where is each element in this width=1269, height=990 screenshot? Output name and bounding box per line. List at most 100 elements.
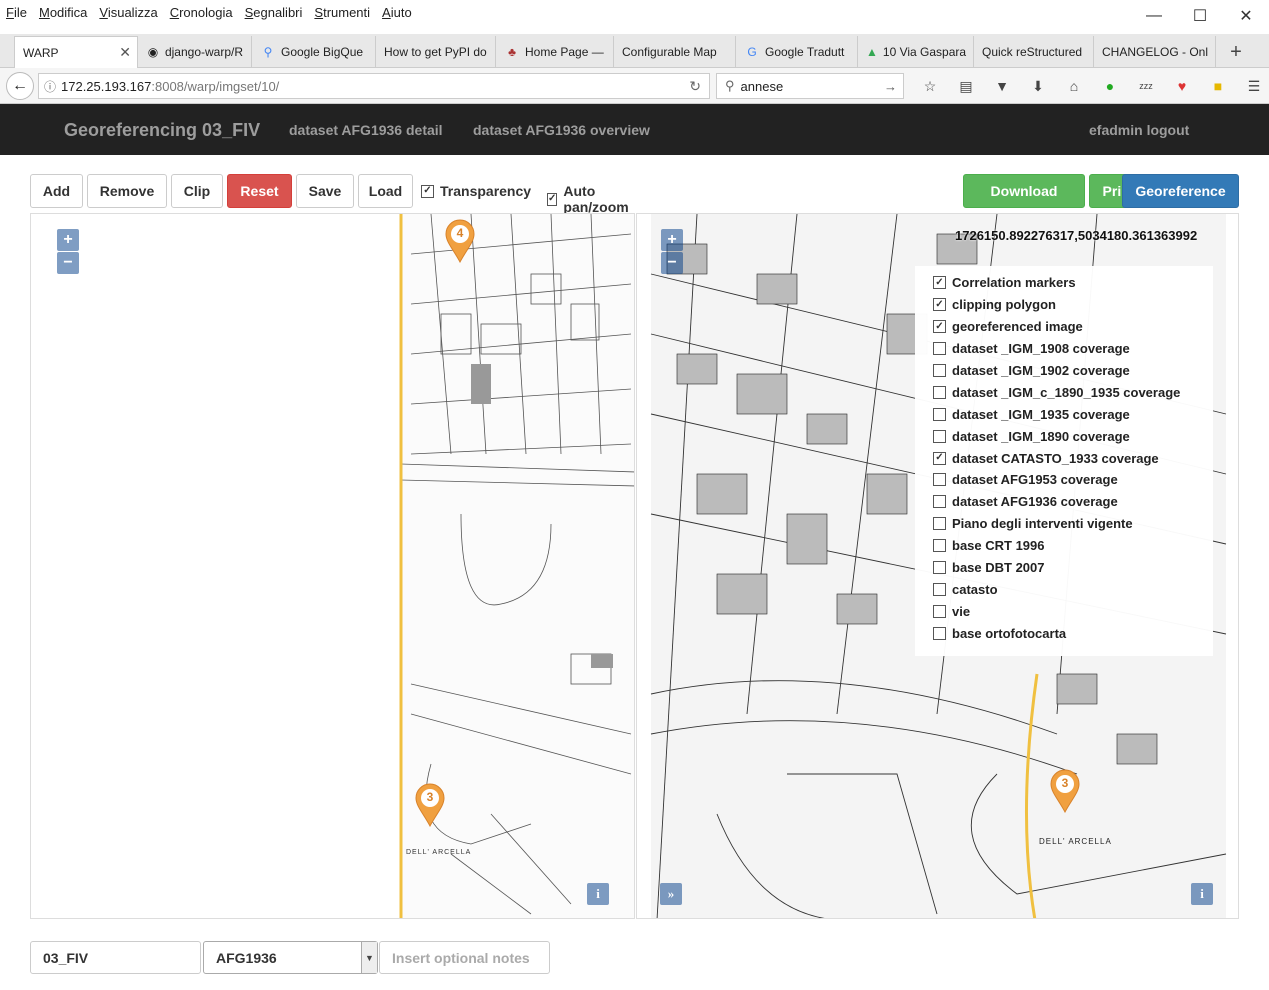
minimize-icon[interactable]: — xyxy=(1131,0,1177,32)
tab-via-gaspara[interactable]: ▲ 10 Via Gaspara xyxy=(858,36,974,68)
layer-igm-1890[interactable]: dataset _IGM_1890 coverage xyxy=(933,425,1213,447)
back-icon[interactable]: ← xyxy=(6,72,34,100)
auto-pan-toggle[interactable]: ✓ Auto pan/zoom xyxy=(547,183,631,215)
layer-igm-1908[interactable]: dataset _IGM_1908 coverage xyxy=(933,338,1213,360)
layer-checkbox[interactable] xyxy=(933,626,946,640)
layer-checkbox[interactable] xyxy=(933,407,946,421)
gcp-marker-3-right[interactable]: 3 xyxy=(1048,767,1082,814)
tab-django-warp[interactable]: ◉ django-warp/R xyxy=(138,36,252,68)
layer-afg1936[interactable]: dataset AFG1936 coverage xyxy=(933,491,1213,513)
app-brand[interactable]: Georeferencing 03_FIV xyxy=(64,120,260,141)
bookmark-star-icon[interactable]: ☆ xyxy=(912,74,948,98)
tab-configurable-map[interactable]: Configurable Map xyxy=(614,36,736,68)
layer-clipping-polygon[interactable]: ✓ clipping polygon xyxy=(933,294,1213,316)
layer-catasto-1933[interactable]: ✓ dataset CATASTO_1933 coverage xyxy=(933,447,1213,469)
gcp-marker-4-left[interactable]: 4 xyxy=(443,217,477,264)
menu-modifica[interactable]: Modifica xyxy=(33,5,93,20)
gcp-marker-3-left[interactable]: 3 xyxy=(413,781,447,828)
tab-changelog[interactable]: CHANGELOG - Onl xyxy=(1094,36,1216,68)
layer-checkbox[interactable] xyxy=(933,539,946,553)
layer-checkbox[interactable] xyxy=(933,604,946,618)
search-go-icon[interactable]: → xyxy=(884,79,897,94)
layer-base-ortofotocarta[interactable]: base ortofotocarta xyxy=(933,622,1213,644)
menu-visualizza[interactable]: Visualizza xyxy=(93,5,163,20)
layer-base-crt-1996[interactable]: base CRT 1996 xyxy=(933,535,1213,557)
left-zoom-in-button[interactable]: + xyxy=(57,229,79,251)
layer-vie[interactable]: vie xyxy=(933,600,1213,622)
layer-checkbox[interactable] xyxy=(933,364,946,377)
home-icon[interactable]: ⌂ xyxy=(1056,74,1092,98)
extension-red-icon[interactable]: ♥ xyxy=(1164,74,1200,98)
reset-button[interactable]: Reset xyxy=(227,174,292,208)
hamburger-menu-icon[interactable]: ☰ xyxy=(1236,74,1269,98)
nav-user-logout[interactable]: efadmin logout xyxy=(1089,122,1189,138)
download-button[interactable]: Download xyxy=(963,174,1085,208)
tab-pypi[interactable]: How to get PyPI do xyxy=(376,36,496,68)
load-button[interactable]: Load xyxy=(358,174,413,208)
source-image-panel[interactable]: DELL' ARCELLA + − 4 3 i xyxy=(30,213,635,919)
layer-checkbox[interactable] xyxy=(933,342,946,356)
right-zoom-in-button[interactable]: + xyxy=(661,229,683,251)
nav-dataset-overview[interactable]: dataset AFG1936 overview xyxy=(473,122,650,138)
menu-file[interactable]: File xyxy=(0,5,33,20)
source-image-map[interactable]: DELL' ARCELLA xyxy=(31,214,635,919)
layer-checkbox[interactable]: ✓ xyxy=(933,276,946,290)
transparency-toggle[interactable]: ✓ Transparency xyxy=(421,183,531,199)
remove-button[interactable]: Remove xyxy=(87,174,167,208)
notes-field[interactable]: Insert optional notes xyxy=(379,941,550,974)
add-button[interactable]: Add xyxy=(30,174,83,208)
maximize-icon[interactable]: ☐ xyxy=(1177,0,1223,32)
layer-checkbox[interactable] xyxy=(933,517,946,531)
extension-yellow-icon[interactable]: ■ xyxy=(1200,74,1236,98)
close-window-icon[interactable]: ✕ xyxy=(1223,0,1269,32)
close-tab-icon[interactable]: ✕ xyxy=(119,44,131,61)
left-zoom-out-button[interactable]: − xyxy=(57,252,79,274)
reload-icon[interactable]: ↻ xyxy=(689,78,701,95)
layer-checkbox[interactable] xyxy=(933,473,946,487)
imgset-name-field[interactable]: 03_FIV xyxy=(30,941,201,974)
tab-warp[interactable]: WARP ✕ xyxy=(14,36,138,68)
tab-quick-rest[interactable]: Quick reStructured xyxy=(974,36,1094,68)
extension-green-icon[interactable]: ● xyxy=(1092,74,1128,98)
layer-igm-1935[interactable]: dataset _IGM_1935 coverage xyxy=(933,403,1213,425)
right-zoom-out-button[interactable]: − xyxy=(661,252,683,274)
layer-checkbox[interactable] xyxy=(933,385,946,399)
reference-map-panel[interactable]: DELL' ARCELLA 1726150.892276317,5034180.… xyxy=(636,213,1239,919)
georeference-button[interactable]: Georeference xyxy=(1122,174,1239,208)
menu-strumenti[interactable]: Strumenti xyxy=(308,5,376,20)
menu-segnalibri[interactable]: Segnalibri xyxy=(239,5,309,20)
layer-igm-1902[interactable]: dataset _IGM_1902 coverage xyxy=(933,360,1213,382)
tab-google-bigquery[interactable]: ⚲ Google BigQue xyxy=(252,36,376,68)
extension-zzz-icon[interactable]: zzz xyxy=(1128,74,1164,98)
layer-checkbox[interactable] xyxy=(933,561,946,575)
chevron-down-icon[interactable]: ▼ xyxy=(361,942,377,973)
new-tab-icon[interactable]: + xyxy=(1222,36,1250,68)
tab-google-traduttore[interactable]: G Google Tradutt xyxy=(736,36,858,68)
reading-list-icon[interactable]: ▤ xyxy=(948,74,984,98)
layer-piano-interventi[interactable]: Piano degli interventi vigente xyxy=(933,513,1213,535)
right-info-button[interactable]: i xyxy=(1191,883,1213,905)
layer-afg1953[interactable]: dataset AFG1953 coverage xyxy=(933,469,1213,491)
layer-checkbox[interactable] xyxy=(933,429,946,443)
menu-aiuto[interactable]: Aiuto xyxy=(376,5,418,20)
layer-checkbox[interactable] xyxy=(933,495,946,509)
pocket-icon[interactable]: ▼ xyxy=(984,74,1020,98)
layer-checkbox[interactable]: ✓ xyxy=(933,320,946,334)
auto-pan-checkbox[interactable]: ✓ xyxy=(547,192,558,206)
info-icon[interactable]: ⓘ xyxy=(39,78,61,95)
layer-georeferenced-image[interactable]: ✓ georeferenced image xyxy=(933,316,1213,338)
layer-checkbox[interactable]: ✓ xyxy=(933,451,946,465)
layer-catasto[interactable]: catasto xyxy=(933,578,1213,600)
tab-home-page[interactable]: ♣ Home Page — xyxy=(496,36,614,68)
layer-igm-c-1890-1935[interactable]: dataset _IGM_c_1890_1935 coverage xyxy=(933,381,1213,403)
layer-correlation-markers[interactable]: ✓ Correlation markers xyxy=(933,272,1213,294)
layer-checkbox[interactable]: ✓ xyxy=(933,298,946,312)
save-button[interactable]: Save xyxy=(296,174,354,208)
layer-base-dbt-2007[interactable]: base DBT 2007 xyxy=(933,557,1213,579)
dataset-select[interactable]: AFG1936 ▼ xyxy=(203,941,378,974)
expand-panel-button[interactable]: » xyxy=(660,883,682,905)
url-bar[interactable]: ⓘ 172.25.193.167:8008/warp/imgset/10/ ↻ xyxy=(38,73,710,99)
transparency-checkbox[interactable]: ✓ xyxy=(421,184,434,198)
search-input[interactable]: ⚲ annese → xyxy=(716,73,904,99)
left-info-button[interactable]: i xyxy=(587,883,609,905)
